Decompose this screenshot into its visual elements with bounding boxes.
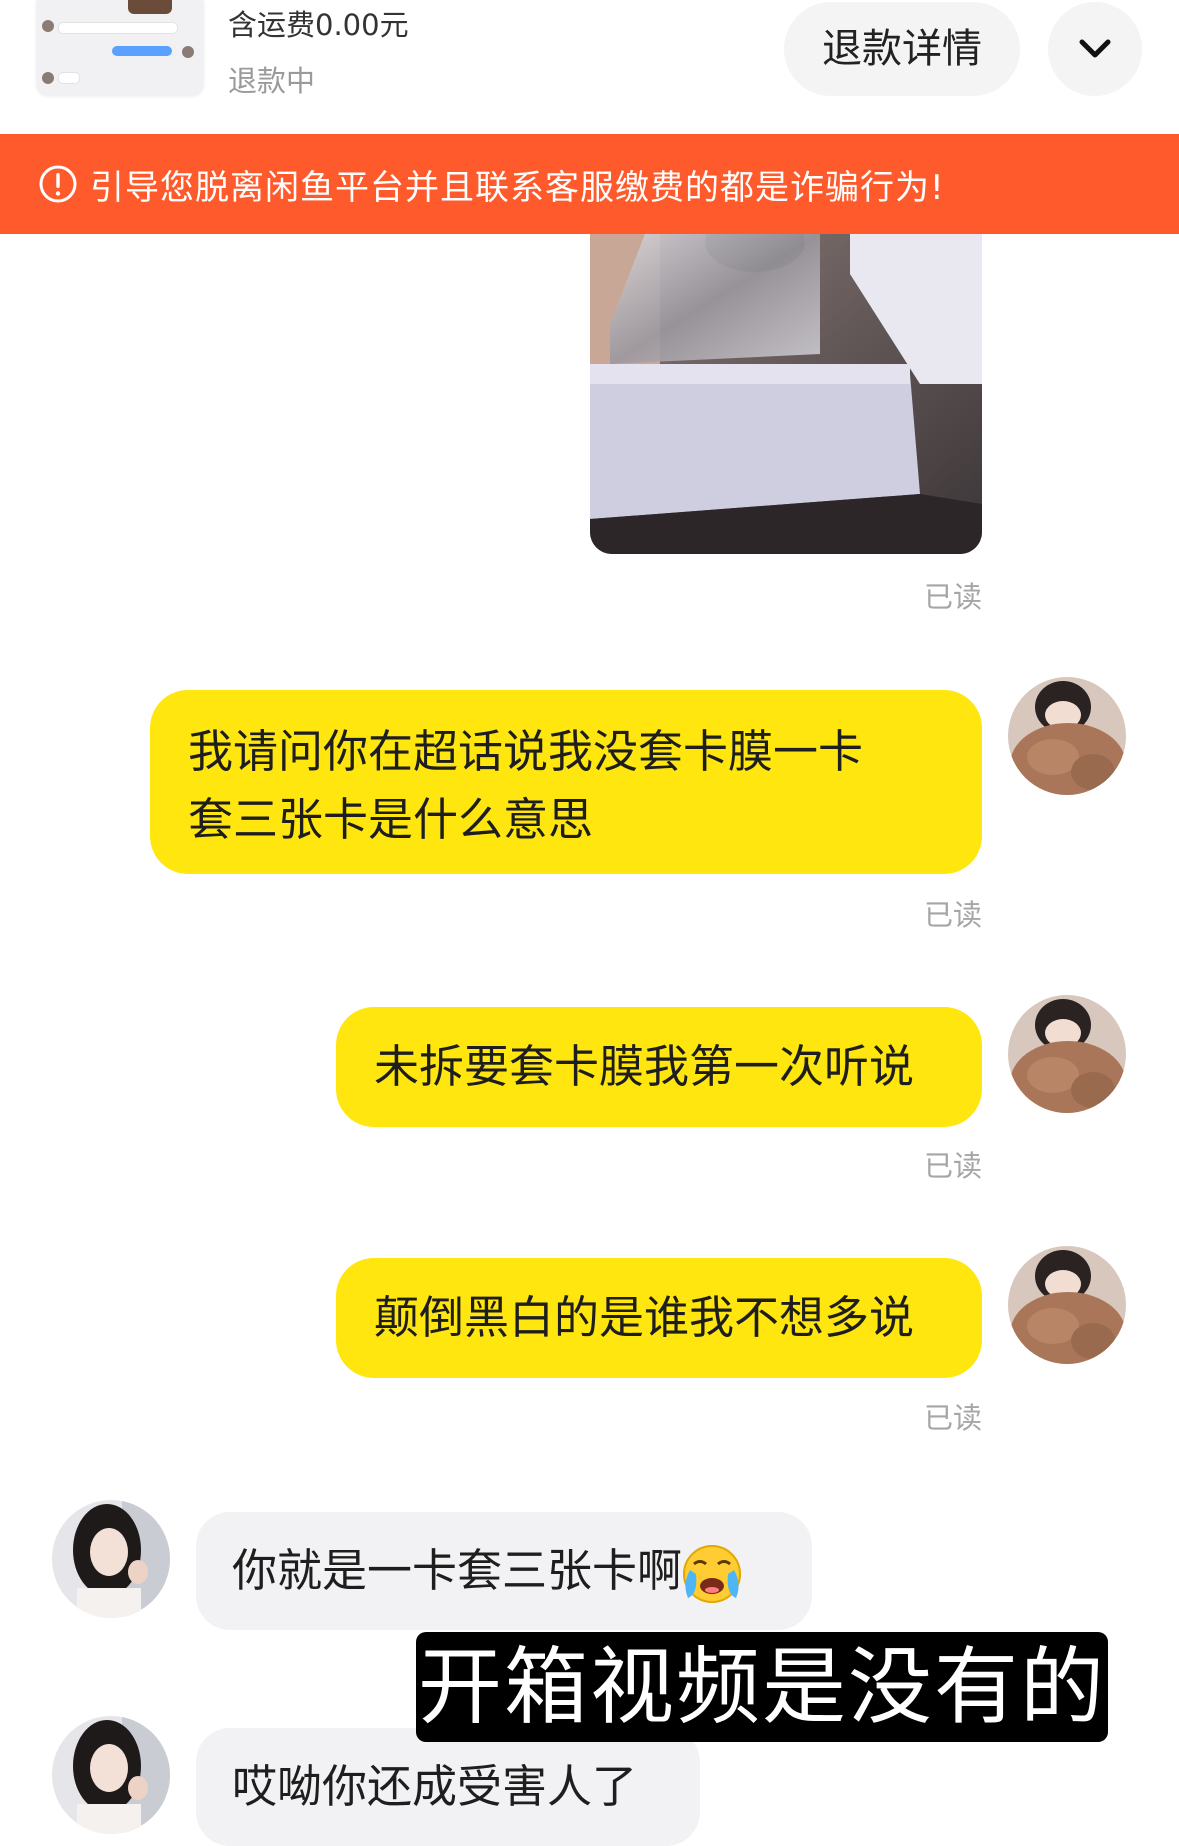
message-text: 未拆要套卡膜我第一次听说 (374, 1040, 915, 1093)
fraud-warning-banner: 引导您脱离闲鱼平台并且联系客服缴费的都是诈骗行为! (0, 134, 1179, 234)
crying-face-icon (683, 1545, 742, 1603)
thumbnail-avatar (42, 20, 54, 32)
received-message-bubble: 哎呦你还成受害人了 (196, 1728, 700, 1846)
other-user-avatar[interactable] (52, 1500, 170, 1618)
video-subtitle-caption: 开箱视频是没有的 (416, 1632, 1108, 1742)
avatar-image (1008, 995, 1126, 1113)
thumbnail-message (58, 72, 80, 84)
warning-text: 引导您脱离闲鱼平台并且联系客服缴费的都是诈骗行为! (90, 167, 945, 208)
message-line: 套三张卡是什么意思 (188, 793, 594, 846)
alert-circle-icon (39, 165, 77, 203)
sent-message-bubble: 未拆要套卡膜我第一次听说 (336, 1007, 982, 1127)
thumbnail-message (58, 22, 178, 34)
received-message-bubble: 你就是一卡套三张卡啊 (196, 1512, 812, 1630)
chevron-down-icon (1079, 39, 1111, 58)
order-summary-bar: 含运费0.00元 退款中 退款详情 (0, 0, 1179, 134)
sent-message-bubble: 颠倒黑白的是谁我不想多说 (336, 1258, 982, 1378)
message-text: 颠倒黑白的是谁我不想多说 (374, 1291, 915, 1344)
thumbnail-avatar (42, 72, 54, 84)
thumbnail-message (112, 46, 172, 56)
message-line: 我请问你在超话说我没套卡膜一卡 (188, 725, 864, 778)
avatar-image (52, 1500, 170, 1618)
expand-button[interactable] (1048, 2, 1142, 96)
read-status: 已读 (924, 1401, 983, 1435)
read-status: 已读 (924, 898, 983, 932)
order-price: 含运费0.00元 (228, 8, 409, 42)
order-thumbnail[interactable] (36, 0, 204, 96)
message-text: 哎呦你还成受害人了 (232, 1760, 638, 1813)
my-avatar[interactable] (1008, 995, 1126, 1113)
avatar-image (1008, 677, 1126, 795)
sent-message-bubble: 我请问你在超话说我没套卡膜一卡 套三张卡是什么意思 (150, 690, 982, 874)
my-avatar[interactable] (1008, 1246, 1126, 1364)
message-text: 你就是一卡套三张卡啊 (232, 1544, 683, 1597)
my-avatar[interactable] (1008, 677, 1126, 795)
thumbnail-product-image (128, 0, 172, 14)
sent-photo-message[interactable] (590, 234, 982, 554)
order-status: 退款中 (228, 64, 316, 98)
other-user-avatar[interactable] (52, 1716, 170, 1834)
read-status: 已读 (924, 580, 983, 614)
avatar-image (52, 1716, 170, 1834)
avatar-image (1008, 1246, 1126, 1364)
read-status: 已读 (924, 1149, 983, 1183)
refund-details-button[interactable]: 退款详情 (784, 2, 1020, 96)
thumbnail-avatar (182, 46, 194, 58)
unboxing-photo (590, 234, 982, 554)
